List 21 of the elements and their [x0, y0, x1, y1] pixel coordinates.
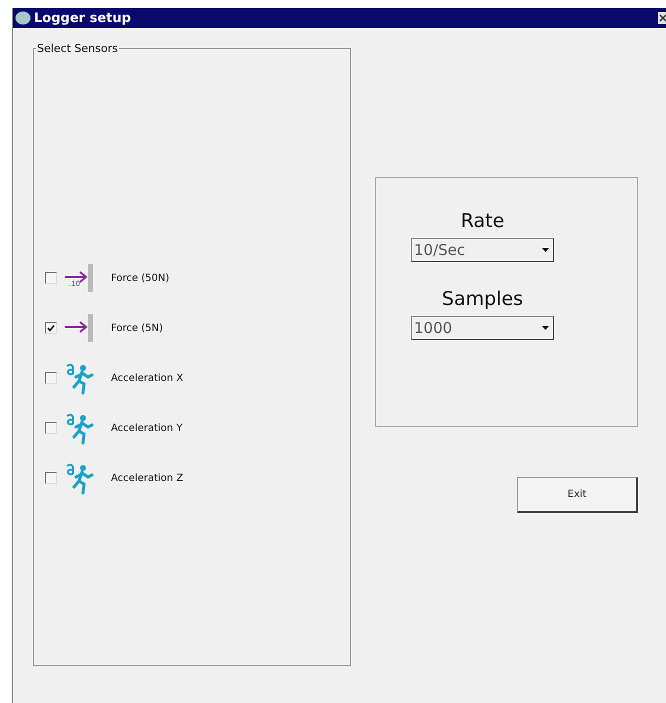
sensor-label: Force (5N) [111, 322, 163, 334]
sensor-label: Acceleration Y [111, 422, 182, 434]
checkbox[interactable] [45, 322, 57, 334]
setting-label: Rate [460, 210, 504, 232]
setting-label: Samples [442, 288, 524, 310]
checkbox[interactable] [45, 472, 57, 484]
close-icon[interactable] [658, 12, 666, 24]
group-title: Select Sensors [36, 42, 119, 55]
app-icon [15, 11, 31, 25]
sensor-label: Force (50N) [111, 272, 170, 284]
dropdown-arrow-icon [542, 248, 549, 252]
checkbox[interactable] [45, 272, 57, 284]
window-title: Logger setup [34, 10, 132, 26]
exit-button[interactable]: Exit [517, 477, 638, 513]
dropdown[interactable]: 10/Sec [411, 238, 554, 262]
dropdown-arrow-icon [542, 326, 549, 330]
checkbox[interactable] [45, 372, 57, 384]
sensor-label: Acceleration Z [111, 472, 184, 484]
dropdown[interactable]: 1000 [411, 316, 554, 340]
checkbox[interactable] [45, 422, 57, 434]
sensor-label: Acceleration X [111, 372, 184, 384]
